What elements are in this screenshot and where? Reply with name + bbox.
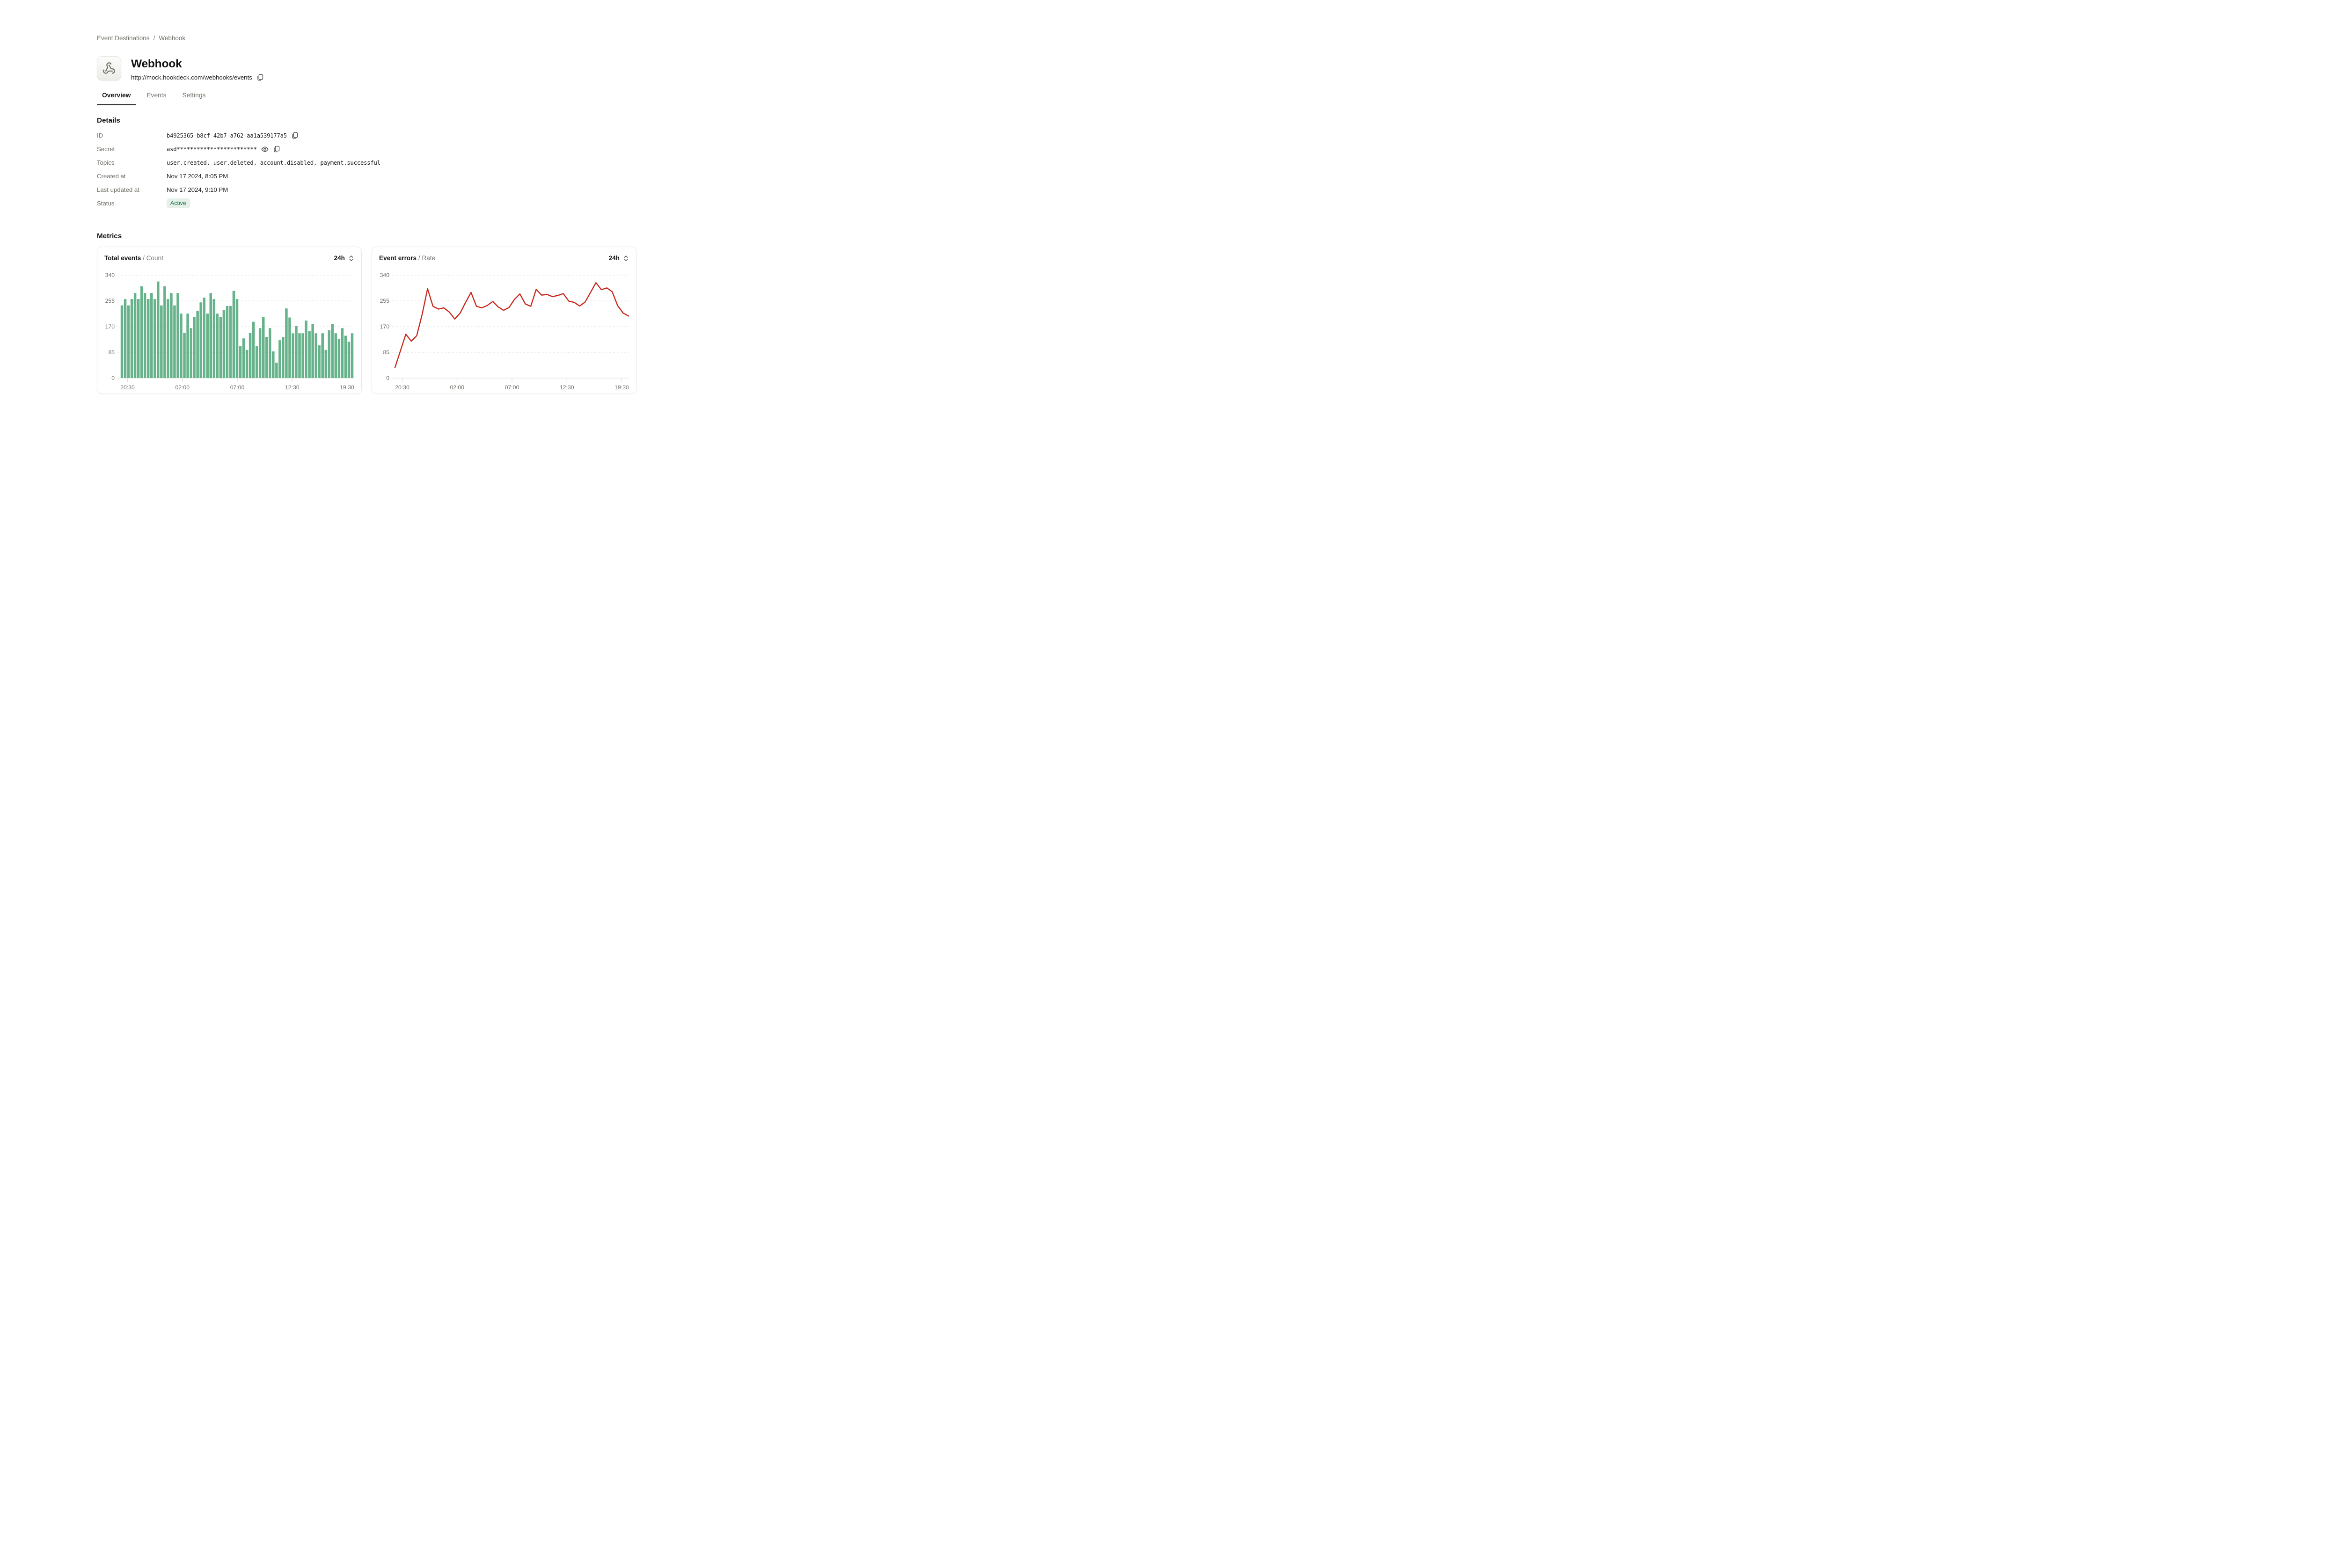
card-header: Total events / Count 24h — [103, 254, 355, 262]
webhook-icon-tile — [97, 56, 121, 80]
detail-label: Secret — [97, 146, 167, 153]
breadcrumb-separator: / — [154, 35, 155, 42]
page-title: Webhook — [131, 58, 263, 71]
detail-label: ID — [97, 132, 167, 139]
detail-row-created-at: Created at Nov 17 2024, 8:05 PM — [97, 169, 637, 183]
status-badge: Active — [167, 198, 190, 208]
range-selector[interactable]: 24h — [609, 255, 629, 262]
webhook-url-row: http://mock.hookdeck.com/webhooks/events — [131, 74, 263, 81]
copy-icon — [256, 74, 263, 81]
svg-text:02:00: 02:00 — [450, 384, 464, 390]
detail-label: Status — [97, 200, 167, 207]
card-header: Event errors / Rate 24h — [378, 254, 630, 262]
topics-value: user.created, user.deleted, account.disa… — [167, 160, 380, 166]
copy-icon — [291, 132, 298, 139]
detail-row-last-updated: Last updated at Nov 17 2024, 9:10 PM — [97, 183, 637, 197]
total-events-card: Total events / Count 24h 340 255 170 85 0 20:… — [97, 247, 362, 394]
card-title: Event errors / Rate — [379, 255, 435, 262]
metrics-heading: Metrics — [97, 232, 637, 240]
copy-id-button[interactable] — [291, 132, 298, 139]
webhook-id-value: b4925365-b8cf-42b7-a762-aa1a539177a5 — [167, 132, 287, 139]
webhook-secret-value: asd************************ — [167, 146, 257, 153]
range-selector[interactable]: 24h — [334, 255, 354, 262]
tab-events[interactable]: Events — [141, 92, 171, 105]
tab-bar: Overview Events Settings — [97, 92, 637, 105]
last-updated-value: Nov 17 2024, 9:10 PM — [167, 186, 228, 193]
svg-text:0: 0 — [386, 375, 389, 381]
card-title: Total events / Count — [104, 255, 163, 262]
detail-label: Created at — [97, 173, 167, 180]
page-content: Event Destinations / Webhook Webhook htt… — [97, 0, 637, 394]
created-at-value: Nov 17 2024, 8:05 PM — [167, 173, 228, 180]
svg-text:170: 170 — [105, 323, 115, 330]
svg-text:02:00: 02:00 — [175, 384, 190, 390]
svg-text:12:30: 12:30 — [285, 384, 300, 390]
svg-text:07:00: 07:00 — [230, 384, 245, 390]
svg-text:340: 340 — [105, 272, 115, 278]
breadcrumb: Event Destinations / Webhook — [97, 35, 637, 42]
svg-text:85: 85 — [383, 349, 389, 356]
copy-secret-button[interactable] — [273, 146, 280, 153]
metric-cards: Total events / Count 24h 340 255 170 85 0 20:… — [97, 247, 637, 394]
svg-text:255: 255 — [380, 298, 390, 304]
entity-text: Webhook http://mock.hookdeck.com/webhook… — [131, 56, 263, 81]
svg-text:170: 170 — [380, 323, 390, 330]
details-list: ID b4925365-b8cf-42b7-a762-aa1a539177a5 … — [97, 129, 637, 210]
chevron-up-down-icon — [623, 255, 629, 262]
svg-text:12:30: 12:30 — [560, 384, 574, 390]
breadcrumb-event-destinations[interactable]: Event Destinations — [97, 35, 150, 42]
svg-text:19:30: 19:30 — [340, 384, 354, 390]
svg-text:340: 340 — [380, 272, 390, 278]
detail-row-status: Status Active — [97, 197, 637, 210]
svg-text:255: 255 — [105, 298, 115, 304]
total-events-chart: 340 255 170 85 0 20:30 02:00 07:00 12:30 19:30 — [103, 267, 355, 390]
details-heading: Details — [97, 117, 637, 124]
detail-row-secret: Secret asd************************ — [97, 142, 637, 156]
webhook-url: http://mock.hookdeck.com/webhooks/events — [131, 74, 252, 81]
tab-settings[interactable]: Settings — [177, 92, 211, 105]
svg-text:19:30: 19:30 — [614, 384, 629, 390]
svg-text:20:30: 20:30 — [120, 384, 135, 390]
webhook-icon — [102, 62, 116, 75]
chevron-up-down-icon — [348, 255, 354, 262]
copy-url-button[interactable] — [256, 74, 263, 81]
entity-header: Webhook http://mock.hookdeck.com/webhook… — [97, 56, 637, 81]
svg-text:07:00: 07:00 — [505, 384, 519, 390]
event-errors-chart: 340 255 170 85 0 20:30 02:00 07:00 12:30 19:30 — [378, 267, 630, 390]
eye-icon — [261, 146, 269, 153]
tab-overview[interactable]: Overview — [97, 92, 136, 105]
event-errors-card: Event errors / Rate 24h 340 255 170 85 0 20:3… — [372, 247, 636, 394]
detail-label: Last updated at — [97, 186, 167, 193]
detail-row-topics: Topics user.created, user.deleted, accou… — [97, 156, 637, 169]
copy-icon — [273, 146, 280, 153]
svg-text:0: 0 — [111, 375, 115, 381]
breadcrumb-webhook: Webhook — [159, 35, 185, 42]
detail-label: Topics — [97, 159, 167, 166]
detail-row-id: ID b4925365-b8cf-42b7-a762-aa1a539177a5 — [97, 129, 637, 142]
reveal-secret-button[interactable] — [261, 146, 269, 153]
svg-text:20:30: 20:30 — [395, 384, 410, 390]
svg-text:85: 85 — [108, 349, 115, 356]
